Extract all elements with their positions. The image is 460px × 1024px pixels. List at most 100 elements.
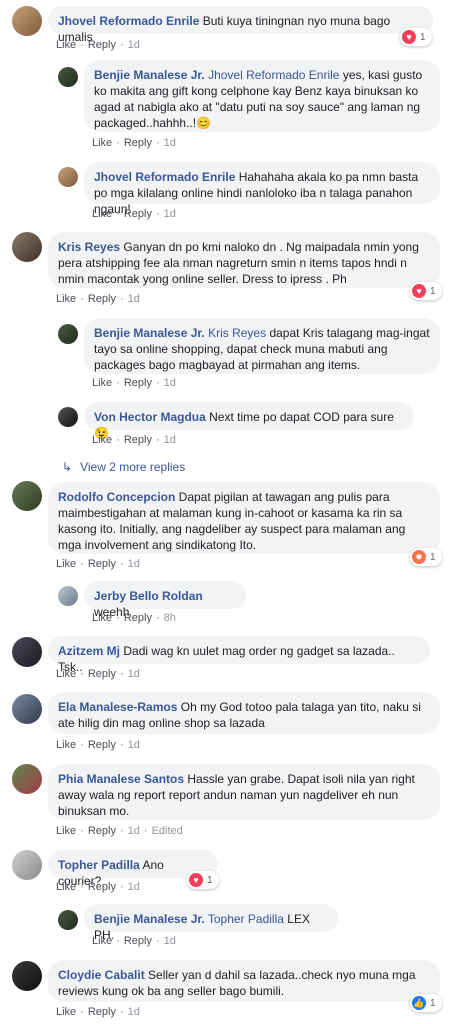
mention-link[interactable]: Jhovel Reformado Enrile bbox=[208, 68, 339, 82]
comment-actions: Like · Reply · 1d bbox=[56, 558, 140, 570]
comment-actions: Like · Reply · 1d bbox=[92, 208, 176, 220]
reaction-number: 1 bbox=[430, 997, 436, 1009]
avatar[interactable] bbox=[12, 764, 42, 794]
avatar[interactable] bbox=[12, 232, 42, 262]
heart-icon: ♥ bbox=[402, 30, 416, 44]
comment-author[interactable]: Benjie Manalese Jr. bbox=[94, 68, 205, 82]
comment-actions: Like · Reply · 1d bbox=[56, 1006, 140, 1018]
reply-link[interactable]: Reply bbox=[124, 137, 152, 149]
comment-bubble: Cloydie Cabalit Seller yan d dahil sa la… bbox=[48, 960, 440, 1002]
like-link[interactable]: Like bbox=[56, 825, 76, 837]
comment-time[interactable]: 1d bbox=[128, 39, 140, 51]
comment-actions: Like · Reply · 1d bbox=[56, 39, 140, 51]
comment-time[interactable]: 1d bbox=[128, 293, 140, 305]
like-link[interactable]: Like bbox=[56, 668, 76, 680]
reply-link[interactable]: Reply bbox=[88, 293, 116, 305]
like-link[interactable]: Like bbox=[92, 612, 112, 624]
avatar[interactable] bbox=[12, 481, 42, 511]
comment-author[interactable]: Ela Manalese-Ramos bbox=[58, 700, 177, 714]
comment-author[interactable]: Rodolfo Concepcion bbox=[58, 490, 175, 504]
reaction-number: 1 bbox=[420, 31, 426, 43]
like-link[interactable]: Like bbox=[56, 881, 76, 893]
reply-link[interactable]: Reply bbox=[88, 881, 116, 893]
avatar[interactable] bbox=[12, 850, 42, 880]
comment-time[interactable]: 1d bbox=[128, 668, 140, 680]
like-link[interactable]: Like bbox=[56, 558, 76, 570]
like-link[interactable]: Like bbox=[56, 739, 76, 751]
reply-link[interactable]: Reply bbox=[124, 434, 152, 446]
avatar[interactable] bbox=[58, 910, 78, 930]
comment-time[interactable]: 8h bbox=[164, 612, 176, 624]
comment-author[interactable]: Kris Reyes bbox=[58, 240, 120, 254]
comment-author[interactable]: Cloydie Cabalit bbox=[58, 968, 145, 982]
reply-link[interactable]: Reply bbox=[88, 558, 116, 570]
comment-time[interactable]: 1d bbox=[128, 881, 140, 893]
comment-time[interactable]: 1d bbox=[128, 558, 140, 570]
comment-time[interactable]: 1d bbox=[128, 739, 140, 751]
reply-link[interactable]: Reply bbox=[88, 39, 116, 51]
comment-time[interactable]: 1d bbox=[164, 137, 176, 149]
avatar[interactable] bbox=[58, 167, 78, 187]
comment-author[interactable]: Jerby Bello Roldan bbox=[94, 589, 203, 603]
comment-author[interactable]: Jhovel Reformado Enrile bbox=[58, 14, 199, 28]
comment-time[interactable]: 1d bbox=[164, 434, 176, 446]
comment-bubble: Von Hector Magdua Next time po dapat COD… bbox=[84, 402, 414, 440]
reply-link[interactable]: Reply bbox=[88, 1006, 116, 1018]
comment-bubble: Ela Manalese-Ramos Oh my God totoo pala … bbox=[48, 692, 440, 734]
view-more-replies-link[interactable]: ↳ View 2 more replies bbox=[62, 460, 185, 474]
like-link[interactable]: Like bbox=[92, 208, 112, 220]
comment-time[interactable]: 1d bbox=[128, 1006, 140, 1018]
angry-icon: ✹ bbox=[412, 550, 426, 564]
avatar[interactable] bbox=[58, 324, 78, 344]
more-replies-label: View 2 more replies bbox=[80, 460, 186, 474]
reply-link[interactable]: Reply bbox=[124, 612, 152, 624]
reaction-count[interactable]: ♥ 1 bbox=[187, 871, 219, 889]
mention-link[interactable]: Topher Padilla bbox=[208, 912, 284, 926]
comment-time[interactable]: 1d bbox=[164, 377, 176, 389]
like-link[interactable]: Like bbox=[92, 935, 112, 947]
comment-time[interactable]: 1d bbox=[164, 208, 176, 220]
like-link[interactable]: Like bbox=[56, 1006, 76, 1018]
like-link[interactable]: Like bbox=[92, 377, 112, 389]
comment-time[interactable]: 1d bbox=[128, 825, 140, 837]
like-link[interactable]: Like bbox=[92, 137, 112, 149]
avatar[interactable] bbox=[58, 407, 78, 427]
comment-author[interactable]: Benjie Manalese Jr. bbox=[94, 326, 205, 340]
comment-author[interactable]: Topher Padilla bbox=[58, 858, 140, 872]
reply-arrow-icon: ↳ bbox=[62, 460, 73, 474]
like-link[interactable]: Like bbox=[56, 293, 76, 305]
avatar[interactable] bbox=[12, 961, 42, 991]
comment-actions: Like · Reply · 8h bbox=[92, 612, 176, 624]
reply-link[interactable]: Reply bbox=[124, 935, 152, 947]
comment-bubble: Jhovel Reformado Enrile Buti kuya tining… bbox=[48, 6, 433, 44]
comment-author[interactable]: Jhovel Reformado Enrile bbox=[94, 170, 235, 184]
comment-author[interactable]: Von Hector Magdua bbox=[94, 410, 206, 424]
comment-actions: Like · Reply · 1d bbox=[56, 293, 140, 305]
avatar[interactable] bbox=[12, 6, 42, 36]
comment-time[interactable]: 1d bbox=[164, 935, 176, 947]
comment-author[interactable]: Phia Manalese Santos bbox=[58, 772, 184, 786]
avatar[interactable] bbox=[58, 586, 78, 606]
like-link[interactable]: Like bbox=[56, 39, 76, 51]
reply-link[interactable]: Reply bbox=[88, 825, 116, 837]
comment-author[interactable]: Azitzem Mj bbox=[58, 644, 120, 658]
like-link[interactable]: Like bbox=[92, 434, 112, 446]
reply-link[interactable]: Reply bbox=[124, 208, 152, 220]
reply-link[interactable]: Reply bbox=[88, 739, 116, 751]
avatar[interactable] bbox=[58, 67, 78, 87]
comment-bubble: Benjie Manalese Jr. Topher Padilla LEX P… bbox=[84, 904, 338, 942]
reaction-count[interactable]: ♥ 1 bbox=[400, 28, 432, 46]
comment-author[interactable]: Benjie Manalese Jr. bbox=[94, 912, 205, 926]
mention-link[interactable]: Kris Reyes bbox=[208, 326, 266, 340]
reaction-count[interactable]: ✹ 1 bbox=[410, 548, 442, 566]
reaction-count[interactable]: ♥ 1 bbox=[410, 282, 442, 300]
avatar[interactable] bbox=[12, 694, 42, 724]
comment-bubble: Benjie Manalese Jr. Jhovel Reformado Enr… bbox=[84, 60, 440, 132]
reply-link[interactable]: Reply bbox=[88, 668, 116, 680]
comment-actions: Like · Reply · 1d bbox=[92, 377, 176, 389]
avatar[interactable] bbox=[12, 637, 42, 667]
reaction-number: 1 bbox=[430, 285, 436, 297]
reply-link[interactable]: Reply bbox=[124, 377, 152, 389]
edited-label[interactable]: Edited bbox=[152, 825, 183, 837]
reaction-count[interactable]: 👍 1 bbox=[410, 994, 442, 1012]
